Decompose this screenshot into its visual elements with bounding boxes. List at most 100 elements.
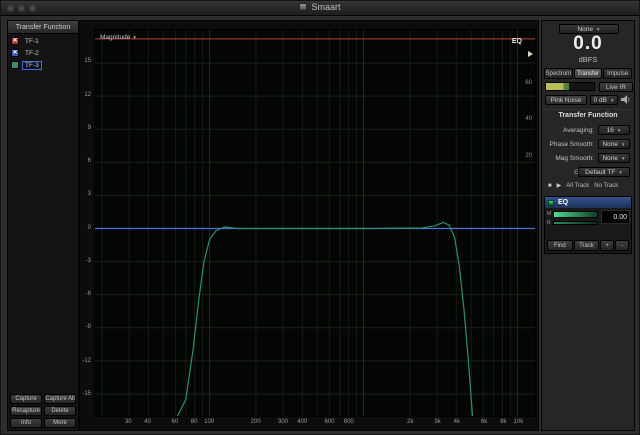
chevron-down-icon: ▼ <box>621 142 625 147</box>
averaging-select[interactable]: 16▼ <box>598 125 630 135</box>
y-tick-label: -9 <box>86 324 91 330</box>
group-value: Default TF <box>585 169 615 176</box>
section-title: Transfer Function <box>542 112 634 119</box>
eq-module-title: EQ <box>558 199 568 206</box>
eq-find-button[interactable]: Find <box>547 240 573 251</box>
eq-module-icon <box>548 200 554 206</box>
x-tick-label: 4k <box>454 419 460 425</box>
y-tick-label: 0 <box>88 225 91 231</box>
input-level-meter <box>545 82 595 91</box>
play-icon[interactable]: ▶ <box>557 182 562 189</box>
window-title: Smaart <box>311 2 340 12</box>
recapture-button[interactable]: Recapture <box>10 406 42 416</box>
eq-meter-m-label: M <box>547 211 551 217</box>
plot-mode-selector[interactable]: Magnitude▼ <box>100 34 137 41</box>
right-axis-tick-label: 20 <box>525 153 532 159</box>
tf-hide-x-icon[interactable]: ✕ <box>11 49 19 57</box>
x-tick-label: 2k <box>407 419 413 425</box>
transport-controls: ■ ▶ All Track No Track <box>548 182 618 189</box>
tf-measurement-list: ✕TF-1✕TF-2TF-3 <box>8 35 78 71</box>
speaker-icon[interactable] <box>621 95 631 104</box>
tf-list-item[interactable]: ✕TF-2 <box>8 47 78 59</box>
control-label: Phase Smooth: <box>542 141 594 148</box>
generator-level-select[interactable]: 0 dB▼ <box>590 95 618 105</box>
tab-transfer[interactable]: Transfer <box>574 68 603 79</box>
group-select[interactable]: Default TF▼ <box>578 167 630 177</box>
control-value: 16 <box>607 127 614 134</box>
right-axis-tick-label: 40 <box>525 116 532 122</box>
control-value: None <box>602 155 618 162</box>
y-tick-label: -3 <box>86 258 91 264</box>
x-axis-frequency-scale: 304060801002003004006008002k3k4k6k8k10k <box>94 419 536 429</box>
x-tick-label: 40 <box>144 419 151 425</box>
all-track-button[interactable]: All Track <box>566 183 589 189</box>
y-tick-label: 6 <box>88 158 91 164</box>
generator-level-value: 0 dB <box>594 97 607 104</box>
capture-button[interactable]: Capture <box>10 394 42 404</box>
x-tick-label: 10k <box>514 419 524 425</box>
titlebar[interactable]: Smaart <box>1 1 639 16</box>
chevron-down-icon: ▼ <box>617 128 621 133</box>
live-ir-button[interactable]: Live IR <box>599 82 633 92</box>
x-tick-label: 6k <box>481 419 487 425</box>
chevron-down-icon: ▼ <box>621 156 625 161</box>
magnitude-plot-canvas <box>95 30 535 416</box>
eq-meter-r-label: R <box>547 220 551 226</box>
stop-icon[interactable]: ■ <box>548 183 552 189</box>
pink-noise-button[interactable]: Pink Noise <box>545 95 587 105</box>
sidebar-button-grid: CaptureCapture AllRecaptureDeleteInfoMor… <box>10 394 76 428</box>
control-panel: None▼ 0.0 dBFS SpectrumTransferImpulse L… <box>541 20 635 431</box>
panel-divider <box>542 109 634 110</box>
eq-meter-m <box>553 211 598 218</box>
transfer-function-sidebar: Transfer Function ✕TF-1✕TF-2TF-3 Capture… <box>7 20 79 431</box>
x-tick-label: 300 <box>278 419 288 425</box>
chevron-down-icon: ▼ <box>132 35 136 40</box>
app-icon <box>299 3 307 11</box>
delete-button[interactable]: Delete <box>44 406 76 416</box>
x-tick-label: 60 <box>172 419 179 425</box>
chevron-down-icon: ▼ <box>596 27 600 32</box>
more-button[interactable]: More <box>44 418 76 428</box>
app-window: Smaart Transfer Function ✕TF-1✕TF-2TF-3 … <box>0 0 640 435</box>
y-tick-label: -6 <box>86 291 91 297</box>
tf-item-label[interactable]: TF-2 <box>22 49 42 58</box>
plot-mode-label: Magnitude <box>100 34 130 41</box>
no-track-button[interactable]: No Track <box>594 183 618 189</box>
tf-hide-x-icon[interactable]: ✕ <box>11 37 19 45</box>
level-readout: 0.0 <box>542 33 634 55</box>
eq-track-button[interactable]: Track <box>574 240 600 251</box>
x-tick-label: 80 <box>191 419 198 425</box>
eq-marker-triangle-icon[interactable] <box>528 51 533 57</box>
eq-minus-button[interactable]: - <box>615 240 629 251</box>
tab-impulse[interactable]: Impulse <box>603 68 632 79</box>
eq-plus-button[interactable]: + <box>600 240 614 251</box>
info-button[interactable]: Info <box>10 418 42 428</box>
x-tick-label: 8k <box>500 419 506 425</box>
tab-spectrum[interactable]: Spectrum <box>544 68 573 79</box>
eq-overlay-label: EQ <box>512 38 522 45</box>
chevron-down-icon: ▼ <box>610 98 614 103</box>
window-title-wrap: Smaart <box>1 2 639 12</box>
y-tick-label: 9 <box>88 125 91 131</box>
x-tick-label: 200 <box>251 419 261 425</box>
capture-all-button[interactable]: Capture All <box>44 394 76 404</box>
x-tick-label: 3k <box>434 419 440 425</box>
chevron-down-icon: ▼ <box>618 170 622 175</box>
y-tick-label: 15 <box>84 58 91 64</box>
x-tick-label: 100 <box>204 419 214 425</box>
sidebar-title[interactable]: Transfer Function <box>8 21 78 34</box>
tf-color-swatch-icon[interactable] <box>11 61 19 69</box>
y-tick-label: -15 <box>82 391 91 397</box>
mag-smooth-select[interactable]: None▼ <box>598 153 630 163</box>
magnitude-plot-region: 15129630-3-6-9-12-15 Magnitude▼ EQ 60402… <box>79 20 539 431</box>
magnitude-plot[interactable]: Magnitude▼ EQ 604020 <box>94 29 536 417</box>
tf-list-item[interactable]: TF-3 <box>8 59 78 71</box>
tf-item-label[interactable]: TF-1 <box>22 37 42 46</box>
phase-smooth-select[interactable]: None▼ <box>598 139 630 149</box>
tf-item-label[interactable]: TF-3 <box>22 61 42 70</box>
tf-list-item[interactable]: ✕TF-1 <box>8 35 78 47</box>
y-tick-label: -12 <box>82 358 91 364</box>
x-tick-label: 400 <box>297 419 307 425</box>
y-tick-label: 3 <box>88 191 91 197</box>
eq-module-header[interactable]: EQ <box>545 197 631 208</box>
